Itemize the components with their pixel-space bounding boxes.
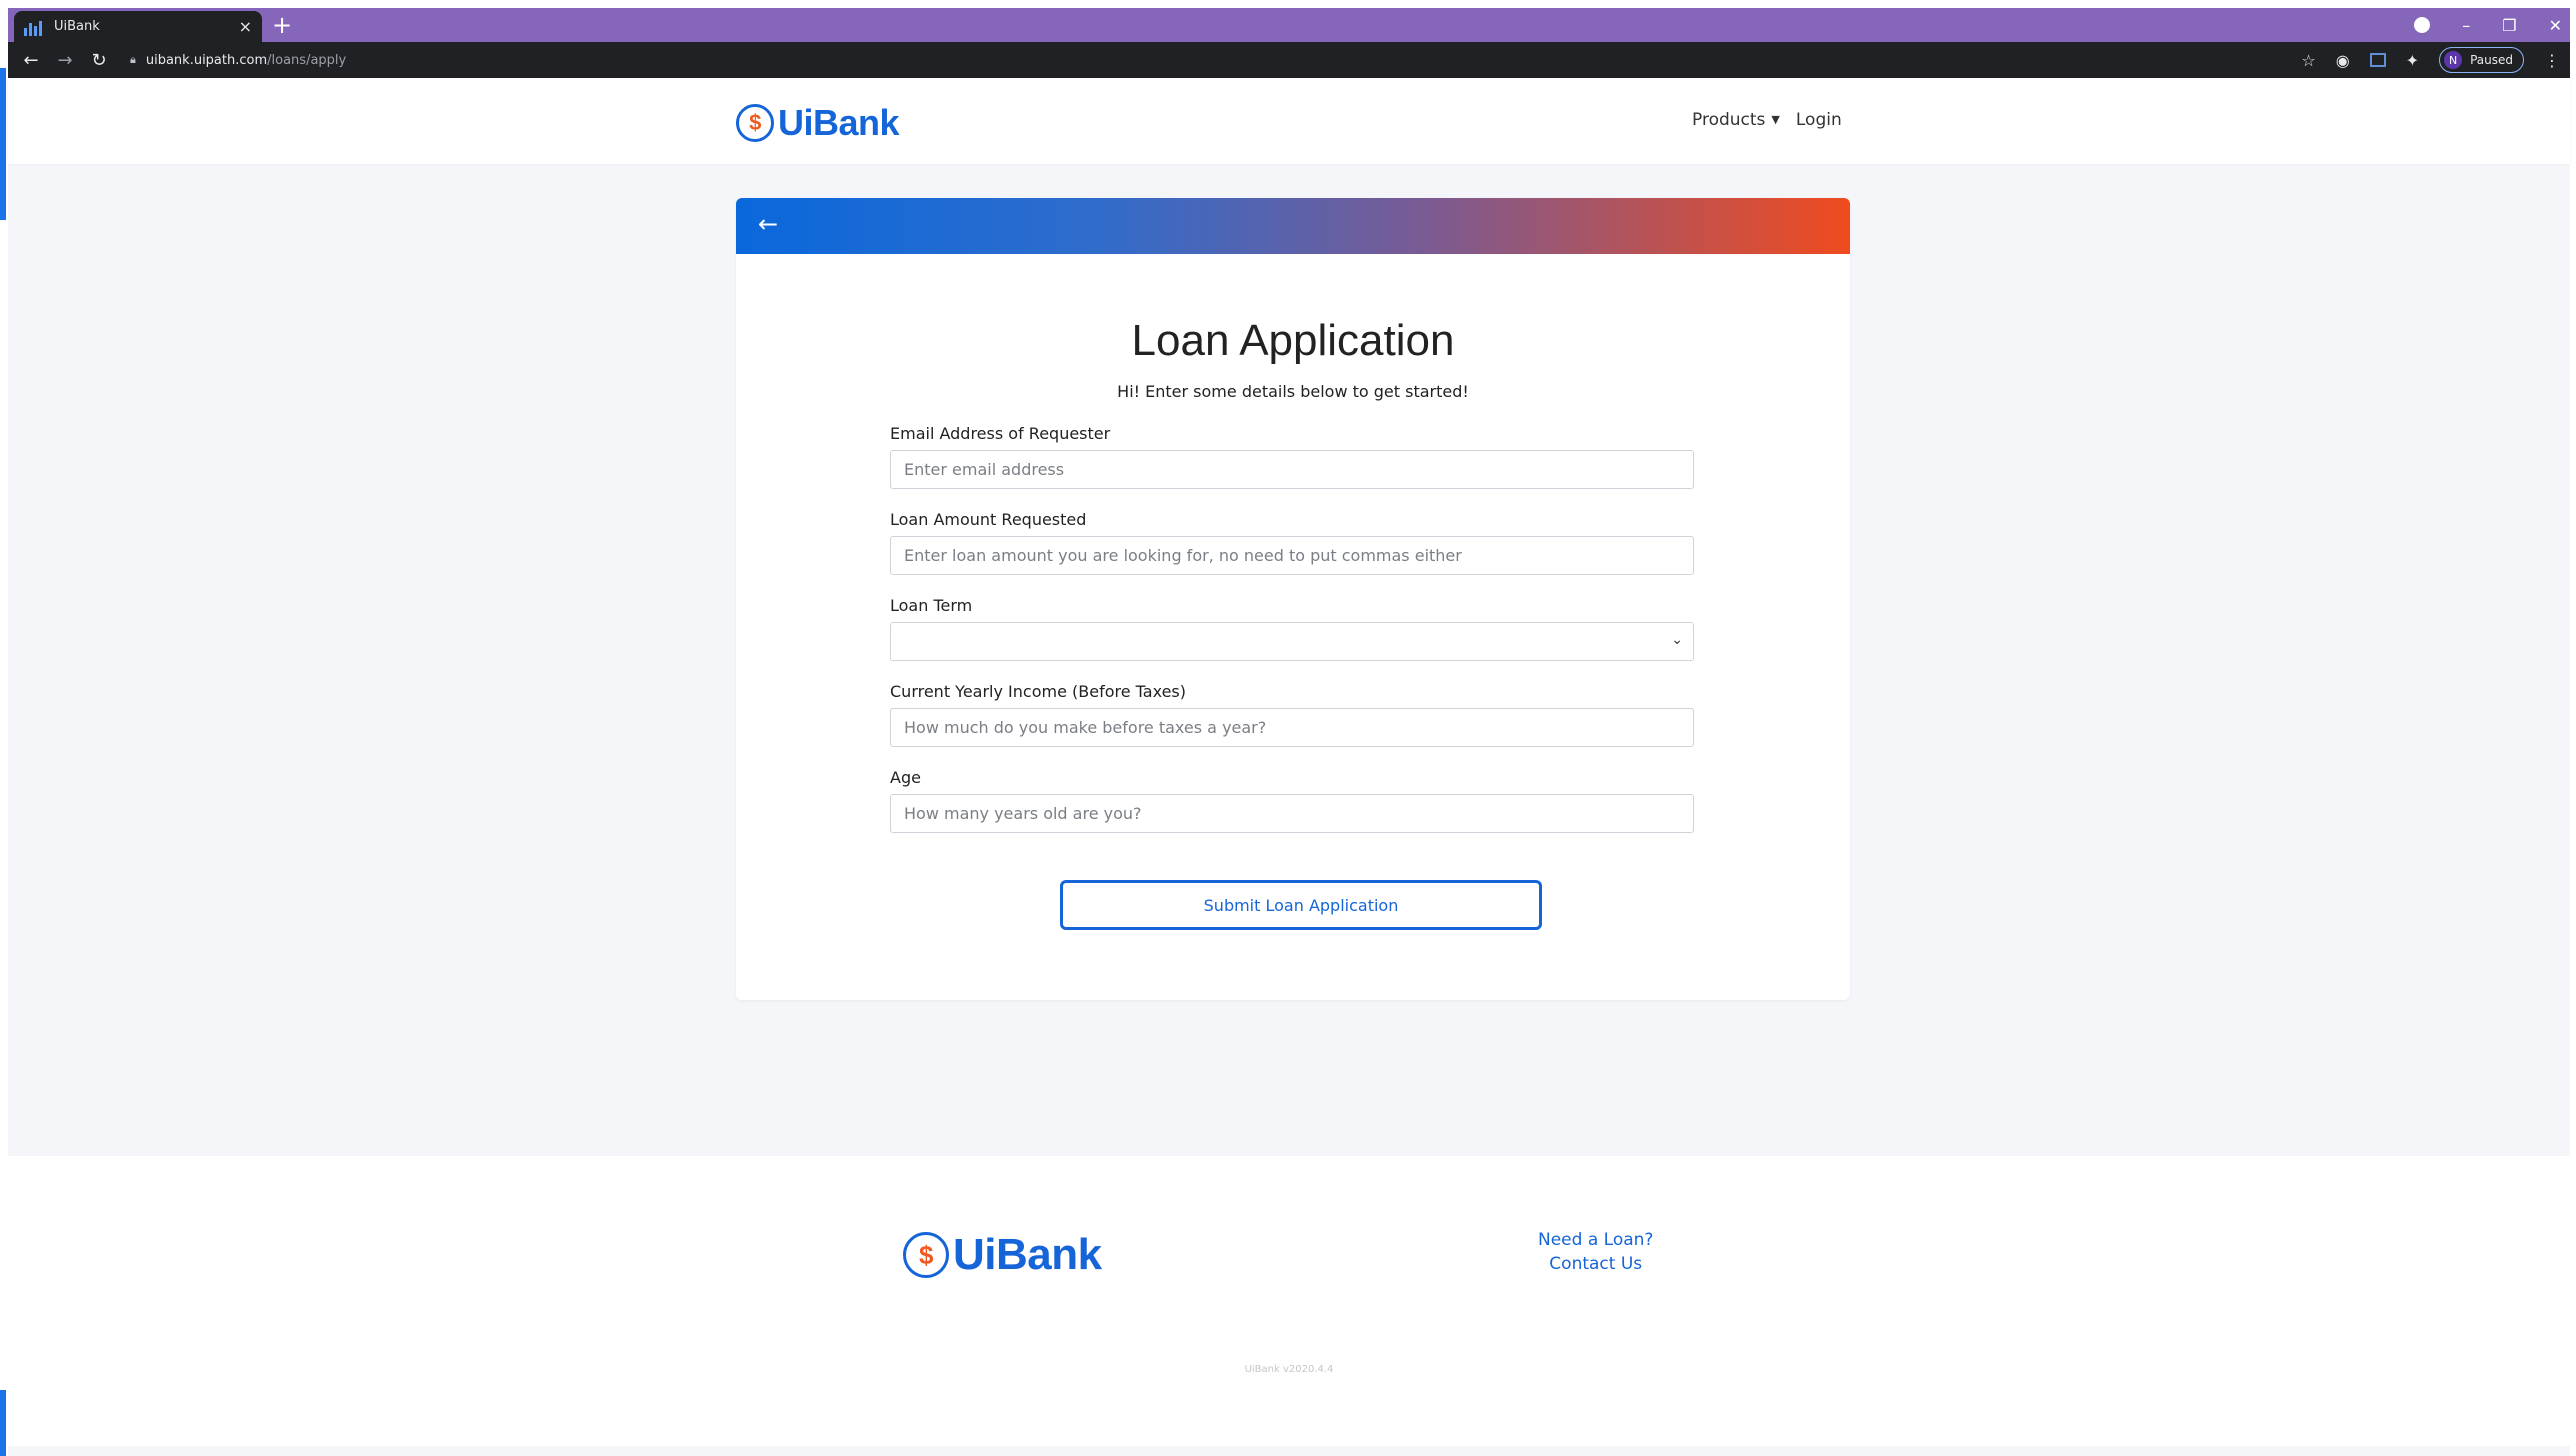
profile-status: Paused [2470,53,2513,67]
page-subtitle: Hi! Enter some details below to get star… [1117,382,1469,401]
card-header: ← [736,198,1850,254]
tab-close-icon[interactable]: × [239,17,252,36]
login-link[interactable]: Login [1796,110,1842,130]
avatar: N [2444,51,2463,69]
footer-logo-text: UiBank [953,1230,1102,1279]
loan-term-label: Loan Term [890,596,973,615]
star-icon[interactable]: ☆ [2301,51,2315,70]
uibank-logo[interactable]: $ UiBank [736,102,900,144]
tab-strip: UiBank × + – ❐ ✕ [8,8,2570,42]
kebab-menu-icon[interactable]: ⋮ [2544,51,2560,70]
url-host: uibank.uipath.com [145,52,268,68]
profile-button[interactable]: N Paused [2439,47,2524,73]
products-dropdown[interactable]: Products ▼ [1692,110,1780,130]
page-viewport: $ UiBank Products ▼ Login ← Loan Applicat… [8,78,2570,1456]
loan-term-select[interactable]: ⌄ [890,622,1694,661]
income-field[interactable] [890,708,1694,747]
footer-links: Need a Loan? Contact Us [1538,1228,1653,1276]
email-label: Email Address of Requester [890,424,1111,443]
minimize-icon[interactable]: – [2462,16,2470,35]
restore-icon[interactable]: ❐ [2502,16,2516,35]
forward-icon[interactable]: → [52,50,78,71]
shield-extension-icon[interactable]: ◉ [2336,51,2350,70]
tab-title: UiBank [54,19,100,34]
loan-amount-field[interactable] [890,536,1694,575]
nav-links: Products ▼ Login [1692,110,1842,130]
new-tab-button[interactable]: + [272,10,292,40]
footer-uibank-logo[interactable]: $ UiBank [903,1230,1102,1280]
browser-tab[interactable]: UiBank × [14,11,262,42]
extension-box-icon[interactable] [2369,53,2386,67]
logo-text: UiBank [778,102,900,143]
window-controls: – ❐ ✕ [2414,8,2562,42]
income-label: Current Yearly Income (Before Taxes) [890,682,1186,701]
puzzle-icon[interactable]: ✦ [2406,51,2419,70]
dollar-coin-icon: $ [903,1232,949,1278]
dollar-coin-icon: $ [736,104,774,142]
lock-icon: 🔒︎ [130,53,136,66]
back-icon[interactable]: ← [18,50,44,71]
site-navbar: $ UiBank Products ▼ Login [8,78,2570,164]
loan-application-card: ← Loan Application Hi! Enter some detail… [736,198,1850,1000]
left-edge-accent-bottom [0,1390,6,1456]
age-field[interactable] [890,794,1694,833]
bank-favicon-icon [24,18,42,36]
age-label: Age [890,768,921,787]
caret-down-icon: ▼ [1771,113,1780,126]
toolbar-actions: ☆ ◉ ✦ N Paused ⋮ [2301,42,2560,78]
reload-icon[interactable]: ↻ [86,50,112,71]
products-label: Products [1692,110,1766,130]
site-footer: $ UiBank Need a Loan? Contact Us UiBank … [8,1156,2570,1446]
address-bar[interactable]: 🔒︎ uibank.uipath.com /loans/apply [130,53,346,68]
browser-toolbar: ← → ↻ 🔒︎ uibank.uipath.com /loans/apply … [8,42,2570,78]
back-arrow-icon[interactable]: ← [758,210,778,238]
submit-loan-application-button[interactable]: Submit Loan Application [1060,880,1542,930]
browser-chrome: UiBank × + – ❐ ✕ ← → ↻ 🔒︎ uibank.uipath.… [8,8,2570,78]
email-field[interactable] [890,450,1694,489]
page-title: Loan Application [1131,316,1455,365]
loan-amount-label: Loan Amount Requested [890,510,1087,529]
profile-indicator-icon[interactable] [2414,17,2431,33]
window-close-icon[interactable]: ✕ [2549,16,2562,35]
chevron-down-icon: ⌄ [1671,632,1683,648]
contact-us-link[interactable]: Contact Us [1538,1252,1653,1276]
need-a-loan-link[interactable]: Need a Loan? [1538,1228,1653,1252]
left-edge-accent [0,68,6,220]
version-text: UiBank v2020.4.4 [1244,1364,1334,1375]
url-path: /loans/apply [267,52,347,68]
